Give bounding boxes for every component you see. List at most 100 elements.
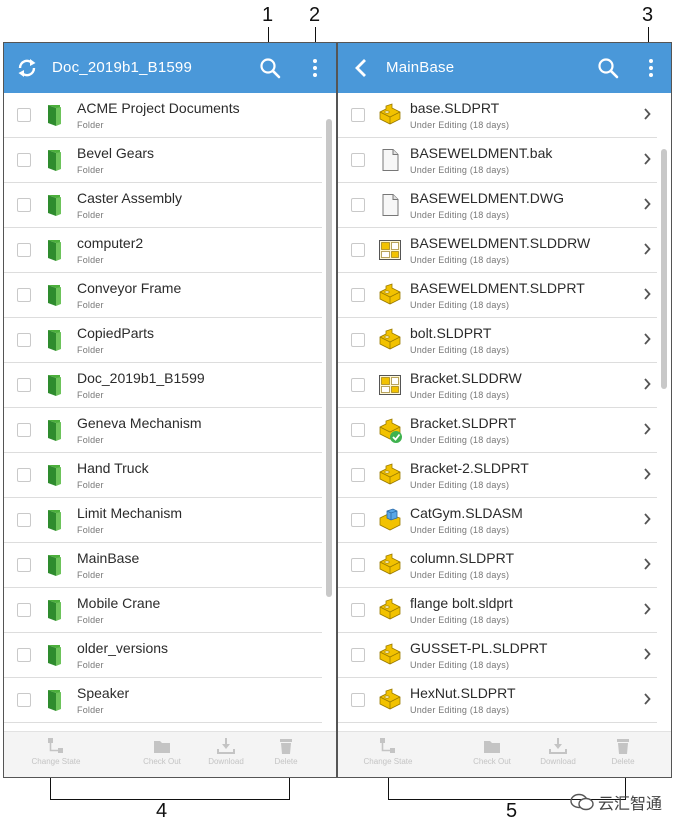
check-out-button[interactable]: Check Out [462,737,522,766]
download-button[interactable]: Download [528,737,588,766]
chevron-right-icon[interactable] [643,332,651,348]
delete-button[interactable]: Delete [256,737,316,766]
folder-row[interactable]: Speaker Folder [4,678,322,723]
chevron-right-icon[interactable] [643,107,651,123]
file-row[interactable]: base.SLDPRT Under Editing (18 days) [338,93,657,138]
folder-row[interactable]: older_versions Folder [4,633,322,678]
row-checkbox[interactable] [351,423,365,437]
chevron-right-icon[interactable] [643,557,651,573]
chevron-right-icon[interactable] [643,287,651,303]
row-checkbox[interactable] [351,378,365,392]
row-checkbox[interactable] [351,153,365,167]
row-checkbox[interactable] [351,468,365,482]
row-checkbox[interactable] [351,243,365,257]
file-row[interactable]: column.SLDPRT Under Editing (18 days) [338,543,657,588]
row-checkbox[interactable] [351,513,365,527]
file-row[interactable]: Bracket.SLDDRW Under Editing (18 days) [338,363,657,408]
file-name: bolt.SLDPRT [410,325,492,341]
file-name: column.SLDPRT [410,550,515,566]
row-checkbox[interactable] [17,603,31,617]
leader-bracket-5-left [388,776,389,799]
change-state-button[interactable]: Change State [26,737,86,766]
file-row[interactable]: BASEWELDMENT.SLDDRW Under Editing (18 day… [338,228,657,273]
left-toolbar: Change State Check Out Download Delete [4,731,336,777]
row-checkbox[interactable] [351,558,365,572]
folder-row[interactable]: Limit Mechanism Folder [4,498,322,543]
folder-row[interactable]: Caster Assembly Folder [4,183,322,228]
folder-row[interactable]: Bevel Gears Folder [4,138,322,183]
change-state-button[interactable]: Change State [358,737,418,766]
folder-row[interactable]: CopiedParts Folder [4,318,322,363]
chat-bubble-icon [570,793,594,811]
row-checkbox[interactable] [351,333,365,347]
folder-row[interactable]: Geneva Mechanism Folder [4,408,322,453]
row-checkbox[interactable] [17,288,31,302]
file-name: Bracket.SLDPRT [410,415,517,431]
folder-row[interactable]: Doc_2019b1_B1599 Folder [4,363,322,408]
file-name: BASEWELDMENT.DWG [410,190,565,206]
file-row[interactable]: HexNut.SLDPRT Under Editing (18 days) [338,678,657,723]
row-checkbox[interactable] [351,693,365,707]
file-row[interactable]: Bracket-2.SLDPRT Under Editing (18 days) [338,453,657,498]
folder-type-label: Folder [77,345,104,355]
chevron-right-icon[interactable] [643,512,651,528]
row-checkbox[interactable] [351,288,365,302]
chevron-right-icon[interactable] [643,467,651,483]
folder-row[interactable]: ACME Project Documents Folder [4,93,322,138]
file-row[interactable]: bolt.SLDPRT Under Editing (18 days) [338,318,657,363]
row-checkbox[interactable] [17,378,31,392]
folder-row[interactable]: computer2 Folder [4,228,322,273]
file-row[interactable]: CatGym.SLDASM Under Editing (18 days) [338,498,657,543]
row-checkbox[interactable] [17,468,31,482]
row-checkbox[interactable] [17,243,31,257]
refresh-icon[interactable] [14,55,40,81]
row-checkbox[interactable] [17,513,31,527]
row-checkbox[interactable] [17,108,31,122]
folder-row[interactable]: Mobile Crane Folder [4,588,322,633]
folder-name: Geneva Mechanism [77,415,202,431]
row-checkbox[interactable] [17,558,31,572]
file-row[interactable]: BASEWELDMENT.bak Under Editing (18 days) [338,138,657,183]
file-row[interactable]: GUSSET-PL.SLDPRT Under Editing (18 days) [338,633,657,678]
row-checkbox[interactable] [17,198,31,212]
left-scrollbar[interactable] [326,119,332,597]
right-scrollbar[interactable] [661,149,667,389]
chevron-right-icon[interactable] [643,152,651,168]
file-row[interactable]: Bracket.SLDPRT Under Editing (18 days) [338,408,657,453]
row-checkbox[interactable] [351,198,365,212]
chevron-right-icon[interactable] [643,422,651,438]
chevron-right-icon[interactable] [643,692,651,708]
row-checkbox[interactable] [17,423,31,437]
download-button[interactable]: Download [196,737,256,766]
row-checkbox[interactable] [17,153,31,167]
more-options-icon[interactable] [638,55,664,81]
file-row[interactable]: BASEWELDMENT.SLDPRT Under Editing (18 day… [338,273,657,318]
back-icon[interactable] [348,55,374,81]
row-checkbox[interactable] [17,648,31,662]
folder-type-label: Folder [77,705,104,715]
chevron-right-icon[interactable] [643,242,651,258]
file-name: BASEWELDMENT.bak [410,145,553,161]
chevron-right-icon[interactable] [643,602,651,618]
row-checkbox[interactable] [351,648,365,662]
search-icon[interactable] [257,55,283,81]
row-checkbox[interactable] [351,603,365,617]
search-icon[interactable] [595,55,621,81]
chevron-right-icon[interactable] [643,197,651,213]
check-out-icon [484,741,500,753]
file-row[interactable]: flange bolt.sldprt Under Editing (18 days… [338,588,657,633]
folder-row[interactable]: Hand Truck Folder [4,453,322,498]
more-options-icon[interactable] [302,55,328,81]
row-checkbox[interactable] [17,333,31,347]
check-out-button[interactable]: Check Out [132,737,192,766]
row-checkbox[interactable] [351,108,365,122]
file-status: Under Editing (18 days) [410,120,510,130]
delete-button[interactable]: Delete [593,737,653,766]
chevron-right-icon[interactable] [643,377,651,393]
file-row[interactable]: BASEWELDMENT.DWG Under Editing (18 days) [338,183,657,228]
folder-row[interactable]: MainBase Folder [4,543,322,588]
row-checkbox[interactable] [17,693,31,707]
chevron-right-icon[interactable] [643,647,651,663]
folder-type-label: Folder [77,120,104,130]
folder-row[interactable]: Conveyor Frame Folder [4,273,322,318]
